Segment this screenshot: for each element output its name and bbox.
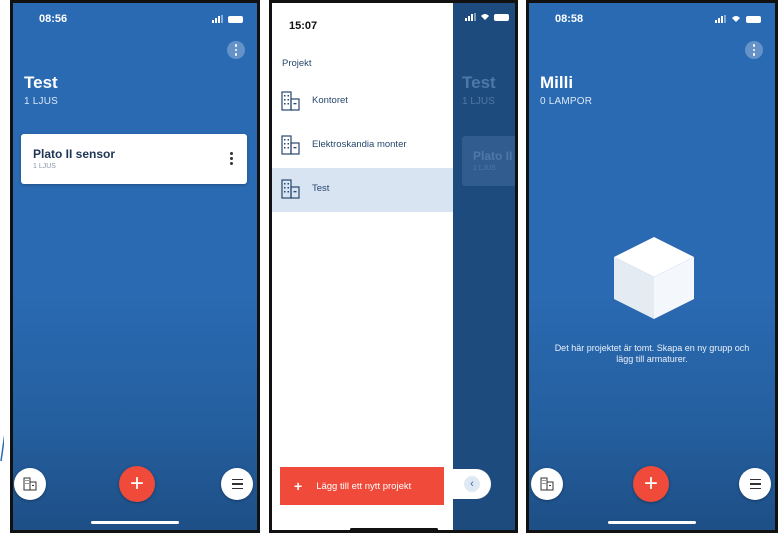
status-time: 15:07	[289, 20, 318, 32]
home-indicator	[91, 521, 179, 524]
empty-state-message: Det här projektet är tomt. Skapa en ny g…	[554, 343, 750, 364]
drawer-item-label: Test	[312, 183, 330, 194]
projects-button[interactable]	[531, 468, 563, 500]
phone-screen-project-drawer: Test 1 LJUS Plato II 1 LJUS 15:07 Projek…	[269, 0, 518, 533]
project-lamp-count: 0 LAMPOR	[540, 96, 593, 107]
collapse-drawer-button[interactable]: ‹	[453, 469, 491, 499]
menu-button[interactable]	[221, 468, 253, 500]
add-button[interactable]: +	[633, 466, 669, 502]
project-title: Test	[24, 73, 58, 92]
behind-card-title: Plato II	[473, 149, 513, 163]
menu-icon	[749, 478, 761, 490]
phone-screen-project-empty: 08:58 Milli 0 LAMPOR Det här projektet ä…	[526, 0, 778, 533]
more-icon	[234, 44, 238, 47]
wifi-icon	[481, 14, 489, 20]
projects-button[interactable]	[14, 468, 46, 500]
more-icon	[752, 44, 756, 47]
battery-icon	[228, 15, 243, 23]
menu-button[interactable]	[739, 468, 771, 500]
status-time: 08:56	[39, 13, 68, 25]
status-time: 08:58	[555, 13, 584, 25]
add-new-project-button[interactable]: + Lägg till ett nytt projekt	[280, 467, 444, 505]
signal-icon	[715, 15, 726, 23]
battery-icon	[746, 15, 761, 23]
add-button[interactable]: +	[119, 466, 155, 502]
building-icon	[281, 91, 300, 111]
phone-screen-project-test: 08:56 Test 1 LJUS Plato II sensor 1 LJUS…	[10, 0, 260, 533]
behind-project-title: Test	[462, 73, 496, 92]
group-card-subtitle: 1 LJUS	[33, 163, 56, 170]
drawer-item-label: Elektroskandia monter	[312, 139, 407, 150]
building-icon	[281, 135, 300, 155]
group-card-title: Plato II sensor	[33, 147, 116, 161]
drawer-item-test[interactable]: Test	[272, 168, 453, 212]
dimmed-project-view: Test 1 LJUS Plato II 1 LJUS	[453, 3, 515, 530]
add-new-project-label: Lägg till ett nytt projekt	[316, 480, 412, 492]
group-card-plato-sensor[interactable]: Plato II sensor 1 LJUS	[21, 134, 247, 184]
chevron-left-icon: ‹	[464, 476, 480, 492]
status-bar: 08:56	[39, 11, 243, 27]
plus-icon: +	[294, 478, 303, 494]
behind-group-card: Plato II 1 LJUS	[462, 136, 515, 186]
wifi-icon	[732, 16, 740, 22]
behind-project-subtitle: 1 LJUS	[462, 96, 495, 107]
menu-icon	[231, 478, 243, 490]
home-indicator	[350, 528, 438, 530]
status-bar: 08:58	[555, 11, 761, 27]
signal-icon	[465, 13, 476, 21]
drawer-item-elektroskandia[interactable]: Elektroskandia monter	[272, 124, 453, 168]
behind-card-subtitle: 1 LJUS	[473, 165, 496, 172]
home-indicator	[608, 521, 696, 524]
empty-box-icon	[614, 237, 694, 319]
card-more-icon[interactable]	[230, 152, 233, 165]
building-icon	[540, 477, 554, 491]
project-title: Milli	[540, 73, 574, 92]
drawer-item-label: Kontoret	[312, 95, 348, 106]
project-light-count: 1 LJUS	[24, 96, 58, 107]
battery-icon	[494, 13, 509, 21]
drawer-item-kontoret[interactable]: Kontoret	[272, 80, 453, 124]
more-options-button[interactable]	[227, 41, 245, 59]
building-icon	[23, 477, 37, 491]
building-icon	[281, 179, 300, 199]
signal-icon	[212, 15, 223, 23]
more-options-button[interactable]	[745, 41, 763, 59]
edge-arrow-mark	[0, 434, 4, 462]
project-drawer: 15:07 Projekt Kontoret Elektroskandia mo…	[272, 3, 453, 530]
drawer-header: Projekt	[282, 58, 312, 69]
